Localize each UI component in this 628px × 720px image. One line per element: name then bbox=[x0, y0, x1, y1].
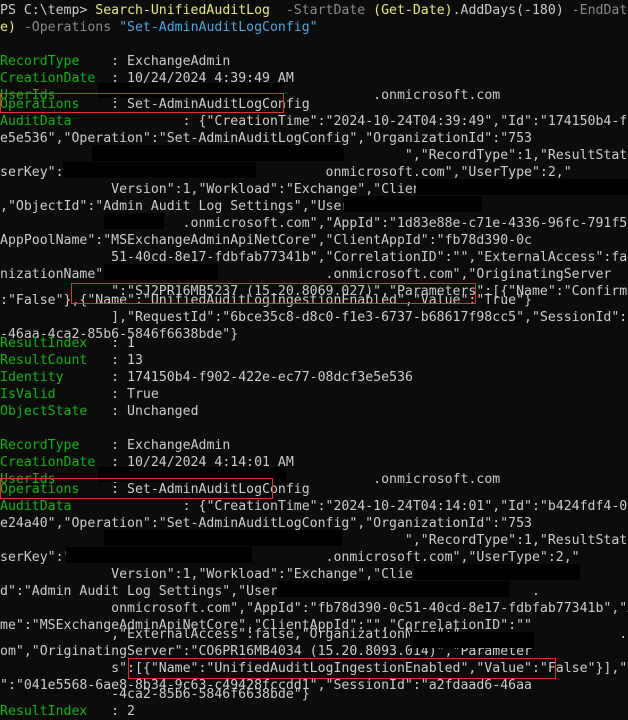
redaction-userids-record-1 bbox=[98, 83, 285, 98]
record-2-resultindex-label: ResultIndex bbox=[0, 704, 88, 719]
redaction-userid-record-1 bbox=[344, 196, 482, 212]
record-1-recordtype-label: RecordType bbox=[0, 54, 80, 69]
record-1-auditdata-line-12: ],"RequestId":"6bce35c8-d8c0-f1e3-6737-b… bbox=[111, 310, 628, 325]
record-1-identity-value: 174150b4-f902-422e-ec77-08dcf3e5e536 bbox=[127, 370, 413, 385]
record-1-identity-label: Identity bbox=[0, 370, 64, 385]
record-1-resultcount-row: ResultCount : 13 bbox=[0, 352, 143, 369]
record-1-creationdate-label: CreationDate bbox=[0, 71, 96, 86]
sep: : bbox=[87, 404, 128, 419]
sep: : bbox=[55, 387, 128, 402]
redaction-clientip-record-1 bbox=[416, 179, 628, 195]
sep: : bbox=[87, 353, 128, 368]
sep: : bbox=[87, 704, 128, 719]
record-1-auditdata-line-6: .onmicrosoft.com","AppId":"1d83e88e-c71e… bbox=[182, 216, 628, 231]
param-enddate: -EndDate bbox=[571, 3, 628, 18]
record-1-auditdata-row: AuditData : {"CreationTime":"2024-10-24T… bbox=[0, 113, 628, 130]
adddays-arg: -180 bbox=[524, 3, 556, 18]
record-1-recordtype-row: RecordType : ExchangeAdmin bbox=[0, 53, 230, 70]
record-1-auditdata-line-7: AppPoolName":"MSExchangeAdminApiNetCore"… bbox=[0, 233, 532, 248]
get-date-expr-1: (Get-Date) bbox=[373, 3, 453, 18]
record-1-auditdata-line-0: : {"CreationTime":"2024-10-24T04:39:49",… bbox=[182, 114, 628, 129]
record-1-auditdata-label: AuditData bbox=[0, 114, 72, 129]
record-1-objectstate-label: ObjectState bbox=[0, 404, 88, 419]
record-2-operations-label: Operations bbox=[0, 482, 80, 497]
record-2-auditdata-line-12: -4ca2-85b6-5846f6638bde"} bbox=[0, 687, 310, 702]
redaction-organizationname-record-1 bbox=[104, 264, 218, 280]
adddays-call: .AddDays( bbox=[452, 3, 525, 18]
powershell-terminal[interactable]: PS C:\temp> Search-UnifiedAuditLog -Star… bbox=[0, 0, 628, 720]
record-2-resultindex-value: 2 bbox=[127, 704, 135, 719]
record-2-auditdata-row: AuditData : {"CreationTime":"2024-10-24T… bbox=[0, 498, 628, 515]
sep: : bbox=[79, 97, 128, 112]
redaction-userkey-record-2 bbox=[66, 547, 252, 563]
redaction-userkey-record-1 bbox=[63, 162, 256, 178]
redaction-userid-record-2 bbox=[277, 581, 509, 597]
get-date-expr-2-cont: e) bbox=[0, 20, 16, 35]
param-operations: -Operations bbox=[15, 20, 120, 35]
record-1-resultcount-value: 13 bbox=[127, 353, 143, 368]
record-1-resultindex-row: ResultIndex : 1 bbox=[0, 335, 135, 352]
record-1-isvalid-label: IsValid bbox=[0, 387, 56, 402]
record-2-resultindex-row: ResultIndex : 2 bbox=[0, 703, 135, 720]
record-2-auditdata-line-10: s":[{"Name":"UnifiedAuditLogIngestionEna… bbox=[111, 661, 628, 676]
record-1-auditdata-line-8: 51-40cd-8e17-fdbfab77341b","CorrelationI… bbox=[111, 250, 628, 265]
adddays-close: ) bbox=[555, 3, 572, 18]
sep: : bbox=[79, 482, 128, 497]
record-1-resultindex-value: 1 bbox=[127, 336, 135, 351]
record-1-isvalid-row: IsValid : True bbox=[0, 386, 159, 403]
record-2-auditdata-label: AuditData bbox=[0, 499, 72, 514]
record-1-operations-row: Operations : Set-AdminAuditLogConfig bbox=[0, 96, 310, 113]
record-1-operations-value: Set-AdminAuditLogConfig bbox=[127, 97, 310, 112]
redaction-organizationid-record-1 bbox=[92, 145, 344, 161]
prompt-path: PS C:\temp> bbox=[0, 3, 96, 18]
record-1-operations-label: Operations bbox=[0, 97, 80, 112]
sep: : bbox=[79, 438, 128, 453]
redaction-userid-cont-record-1 bbox=[104, 213, 164, 229]
sep: : bbox=[87, 336, 128, 351]
record-1-resultindex-label: ResultIndex bbox=[0, 336, 88, 351]
record-1-isvalid-value: True bbox=[127, 387, 159, 402]
record-2-operations-row: Operations : Set-AdminAuditLogConfig bbox=[0, 481, 310, 498]
record-2-auditdata-line-0: : {"CreationTime":"2024-10-24T04:14:01",… bbox=[182, 499, 628, 514]
record-2-recordtype-value: ExchangeAdmin bbox=[127, 438, 231, 453]
redaction-clientip-record-2 bbox=[414, 564, 580, 580]
command-line-2: e) -Operations "Set-AdminAuditLogConfig" bbox=[0, 19, 318, 36]
redaction-organizationname-record-2 bbox=[410, 632, 534, 648]
redaction-organizationid-record-2 bbox=[104, 530, 342, 546]
param-startdate: -StartDate bbox=[269, 3, 374, 18]
record-2-recordtype-row: RecordType : ExchangeAdmin bbox=[0, 437, 230, 454]
record-2-operations-value: Set-AdminAuditLogConfig bbox=[127, 482, 310, 497]
record-1-identity-row: Identity : 174150b4-f902-422e-ec77-08dcf… bbox=[0, 369, 413, 386]
command-line-1: PS C:\temp> Search-UnifiedAuditLog -Star… bbox=[0, 2, 628, 19]
record-2-auditdata-line-6: onmicrosoft.com","AppId":"fb78d390-0c51-… bbox=[111, 601, 628, 616]
record-1-resultcount-label: ResultCount bbox=[0, 353, 88, 368]
record-1-auditdata-line-9: nizationName":" .onmicrosoft.com","Origi… bbox=[0, 267, 612, 282]
operations-arg-value: "Set-AdminAuditLogConfig" bbox=[119, 20, 318, 35]
sep: : bbox=[79, 54, 128, 69]
record-2-recordtype-label: RecordType bbox=[0, 438, 80, 453]
record-1-recordtype-value: ExchangeAdmin bbox=[127, 54, 231, 69]
record-2-userids-value: .onmicrosoft.com bbox=[373, 472, 501, 487]
record-1-userids-value: .onmicrosoft.com bbox=[373, 88, 501, 103]
cmdlet-name: Search-UnifiedAuditLog bbox=[95, 3, 270, 18]
sep: : bbox=[63, 370, 128, 385]
record-1-auditdata-line-11: :"False"},{"Name":"UnifiedAuditLogIngest… bbox=[0, 293, 532, 308]
record-1-objectstate-value: Unchanged bbox=[127, 404, 199, 419]
record-2-creationdate-label: CreationDate bbox=[0, 455, 96, 470]
record-1-auditdata-line-5: ,"ObjectId":"Admin Audit Log Settings","… bbox=[0, 199, 390, 214]
redaction-userids-record-2 bbox=[98, 467, 286, 482]
record-1-objectstate-row: ObjectState : Unchanged bbox=[0, 403, 199, 420]
